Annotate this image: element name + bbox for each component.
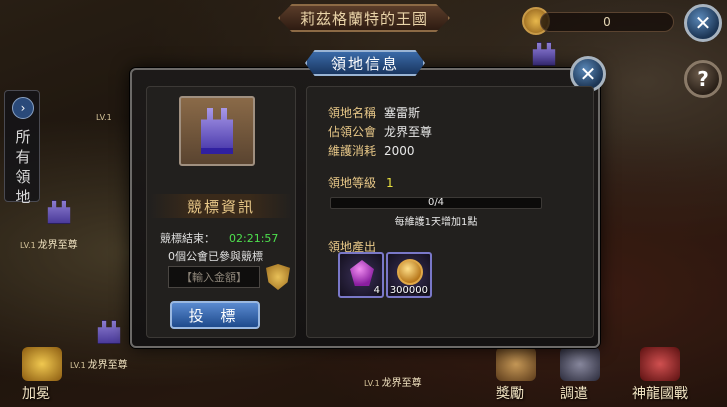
all-territories-label: 所有領地 (15, 128, 31, 206)
territory-level-row: 領地等級 1 (328, 174, 394, 191)
bid-end-row: 競標結束： 02:21:57 (160, 230, 278, 246)
maintenance-cost-value: 2000 (384, 144, 415, 158)
crown-button[interactable]: 加冕 (22, 347, 62, 403)
crown-label: 加冕 (22, 386, 50, 402)
item-quantity: 4 (373, 285, 380, 296)
bid-button[interactable]: 投 標 (170, 301, 260, 329)
map-marker-label: LV.1 (96, 113, 112, 122)
dispatch-icon (560, 347, 600, 381)
occupying-guild-label: 佔領公會 (328, 125, 377, 139)
dispatch-label: 調遣 (560, 386, 588, 402)
maintenance-progress-text: 0/4 (427, 197, 445, 208)
outer-close-button[interactable]: ✕ (684, 4, 722, 42)
maintenance-progress-bar: 0/4 (330, 197, 542, 209)
territory-level-label: 領地等級 (328, 176, 377, 190)
bid-end-timer: 02:21:57 (229, 232, 279, 245)
map-marker-label: LV.1 龙界至尊 (20, 240, 78, 251)
purple-gem-icon (350, 260, 374, 286)
crown-icon (22, 347, 62, 381)
rewards-button[interactable]: 獎勵 (496, 347, 536, 403)
dragon-war-icon (640, 347, 680, 381)
dispatch-button[interactable]: 調遣 (560, 347, 600, 403)
maintenance-cost-label: 維護消耗 (328, 144, 377, 158)
output-item-coin[interactable]: 300000 (386, 252, 432, 298)
modal-title: 領地信息 (305, 50, 425, 76)
chevron-right-icon[interactable]: › (12, 97, 34, 119)
rewards-icon (496, 347, 536, 381)
dragon-war-label: 神龍國戰 (632, 386, 688, 402)
rewards-label: 獎勵 (496, 386, 524, 402)
all-territories-tab[interactable]: › 所有領地 (4, 90, 40, 206)
territory-name-value: 塞雷斯 (384, 106, 421, 120)
bid-amount-input[interactable] (168, 266, 260, 288)
maintenance-cost-row: 維護消耗 2000 (328, 142, 415, 159)
occupying-guild-row: 佔領公會 龙界至尊 (328, 123, 432, 140)
occupying-guild-value: 龙界至尊 (384, 125, 433, 139)
map-marker-label: LV.1 龙界至尊 (364, 378, 422, 389)
map-marker-label: LV.1 龙界至尊 (70, 360, 128, 371)
kingdom-title: 莉茲格蘭特的王國 (278, 4, 450, 32)
output-item-gem[interactable]: 4 (338, 252, 384, 298)
territory-name-label: 領地名稱 (328, 106, 377, 120)
territory-name-row: 領地名稱 塞雷斯 (328, 104, 420, 121)
gold-coin-icon (397, 259, 423, 285)
bid-participants: 0個公會已參與競標 (168, 250, 263, 263)
territory-level-value: 1 (386, 176, 394, 190)
bid-header: 競標資訊 (150, 194, 292, 218)
dragon-war-button[interactable]: 神龍國戰 (632, 347, 688, 403)
bid-end-label: 競標結束： (160, 232, 215, 245)
item-quantity: 300000 (389, 285, 428, 296)
resource-counter: 0 (540, 12, 674, 32)
castle-tower-icon (201, 108, 233, 154)
help-button[interactable]: ? (684, 60, 722, 98)
progress-note: 每維護1天增加1點 (394, 217, 478, 228)
territory-portrait (179, 96, 255, 166)
